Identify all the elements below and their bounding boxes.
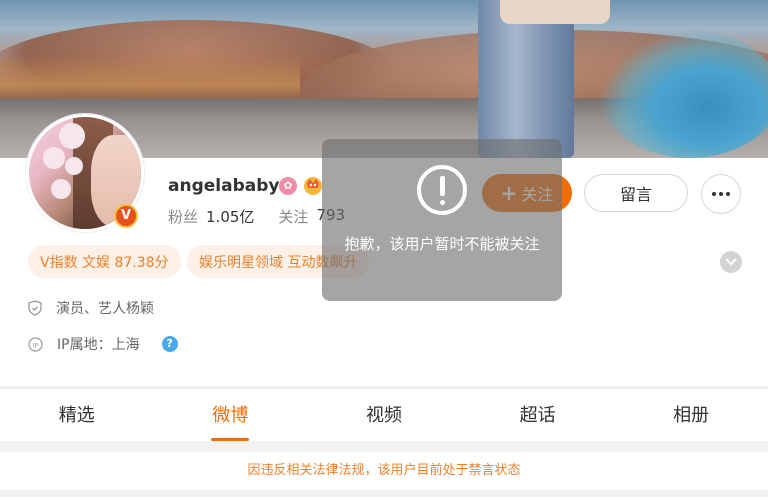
message-button[interactable]: 留言: [584, 174, 688, 212]
profile-tabs: 精选 微博 视频 超话 相册: [0, 388, 768, 441]
username: angelababy: [168, 176, 280, 196]
ip-info: IP IP属地：上海 ?: [28, 334, 178, 354]
ip-location: IP属地：上海: [57, 337, 140, 353]
role-text: 演员、艺人杨颖: [56, 301, 154, 317]
toast-text: 抱歉，该用户暂时不能被关注: [344, 235, 540, 253]
ip-icon: IP: [28, 336, 43, 352]
tab-featured[interactable]: 精选: [0, 389, 154, 441]
toast-message: 抱歉，该用户暂时不能被关注: [322, 139, 562, 301]
more-icon[interactable]: [701, 174, 741, 214]
svg-text:IP: IP: [33, 341, 39, 349]
tab-video[interactable]: 视频: [307, 389, 461, 441]
tab-album[interactable]: 相册: [614, 389, 768, 441]
tab-weibo[interactable]: 微博: [154, 389, 308, 441]
help-icon[interactable]: ?: [161, 336, 178, 352]
verified-badge-icon: V: [114, 204, 138, 228]
v-index-tag[interactable]: V指数 文娱 87.38分: [28, 245, 181, 278]
follow-stats: 粉丝 1.05亿 关注 793: [168, 206, 345, 227]
chevron-down-icon[interactable]: [720, 251, 742, 273]
pink-badge-icon[interactable]: ✿: [279, 177, 297, 195]
tab-supertopic[interactable]: 超话: [461, 389, 615, 441]
following-label: 关注: [278, 208, 309, 226]
warning-icon: [417, 165, 467, 215]
ban-notice: 因违反相关法律法规，该用户目前处于禁言状态: [0, 452, 768, 490]
crown-icon[interactable]: [302, 175, 324, 195]
role-info: 演员、艺人杨颖: [28, 298, 154, 318]
followers-count[interactable]: 1.05亿: [206, 206, 254, 227]
followers-label: 粉丝: [168, 208, 199, 226]
shield-icon: [28, 300, 42, 316]
